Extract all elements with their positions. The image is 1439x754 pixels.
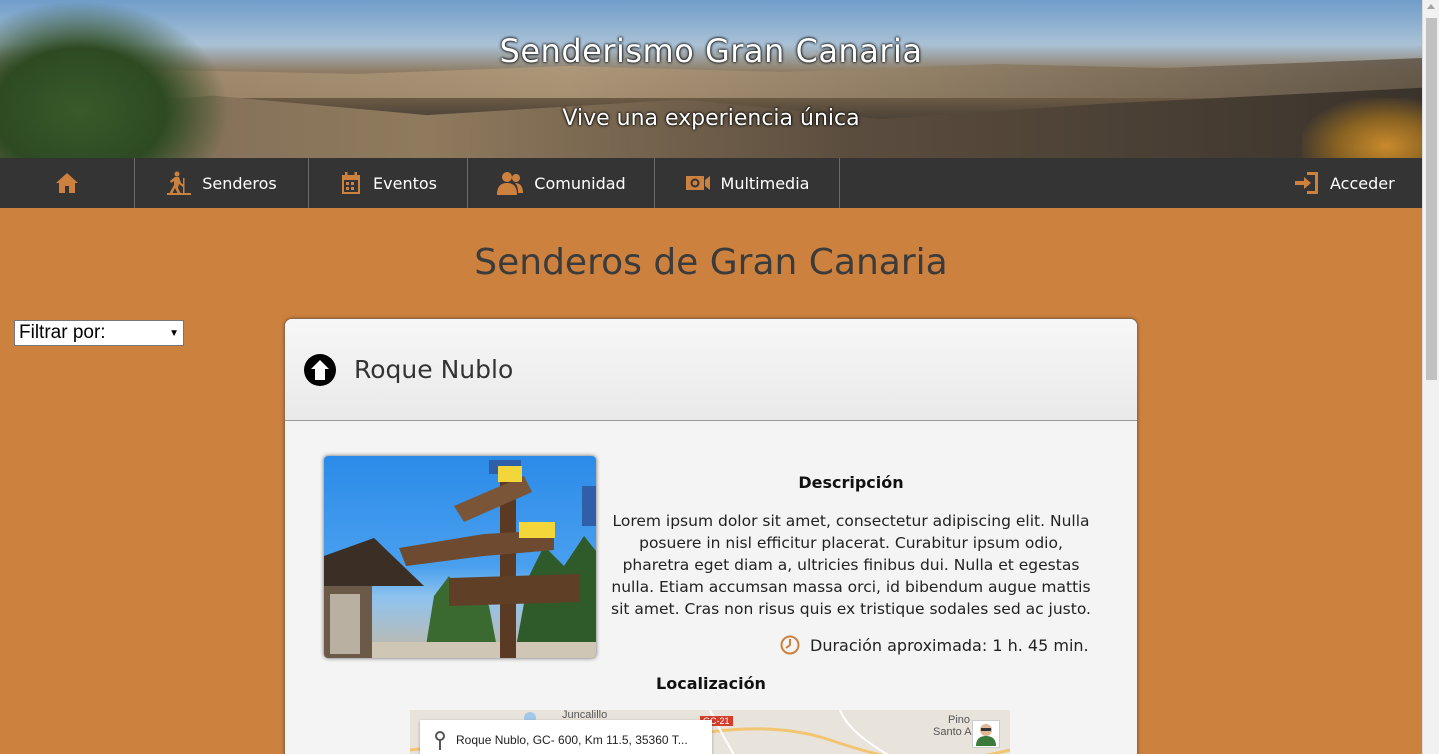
- login-icon: [1295, 172, 1318, 194]
- map-place-santo: Santo A: [933, 726, 972, 738]
- calendar-icon: [342, 172, 361, 194]
- map-pin-icon: [435, 731, 445, 750]
- description-heading: Descripción: [798, 473, 904, 492]
- duration-text: Duración aproximada: 1 h. 45 min.: [810, 635, 1089, 655]
- description-text: Lorem ipsum dolor sit amet, consectetur …: [611, 512, 1091, 618]
- nav-home[interactable]: [0, 158, 135, 208]
- nav-eventos-label: Eventos: [373, 173, 437, 193]
- avatar[interactable]: [972, 720, 1000, 748]
- camera-icon: [685, 176, 710, 190]
- banner-tree: [0, 0, 230, 158]
- nav-comunidad-label: Comunidad: [534, 173, 626, 193]
- trail-card: Roque Nublo Descripción Lorem ipsum dolo…: [284, 318, 1138, 754]
- nav-eventos[interactable]: Eventos: [309, 158, 468, 208]
- nav-senderos[interactable]: Senderos: [135, 158, 309, 208]
- filter-select-value: Filtrar por:: [19, 322, 106, 343]
- home-icon: [56, 173, 78, 193]
- arrow-up-circle-icon[interactable]: [304, 353, 336, 386]
- nav-multimedia[interactable]: Multimedia: [655, 158, 840, 208]
- nav-senderos-label: Senderos: [202, 173, 277, 193]
- main-nav: Senderos Eventos Comunidad Multimedia Ac…: [0, 158, 1422, 208]
- hiker-icon: [167, 171, 192, 195]
- page-scrollbar[interactable]: [1422, 0, 1439, 754]
- trail-name: Roque Nublo: [354, 355, 514, 384]
- header-banner: Senderismo Gran Canaria Vive una experie…: [0, 0, 1422, 158]
- scroll-up-arrow-icon[interactable]: [1427, 4, 1435, 9]
- map-info-card[interactable]: Roque Nublo, GC- 600, Km 11.5, 35360 T..…: [420, 720, 712, 754]
- duration: Duración aproximada: 1 h. 45 min.: [780, 635, 1089, 655]
- nav-login-label: Acceder: [1330, 173, 1395, 193]
- clock-icon: [780, 635, 800, 655]
- page-title: Senderos de Gran Canaria: [474, 242, 948, 283]
- location-heading: Localización: [656, 674, 766, 693]
- users-icon: [497, 172, 524, 195]
- location-map[interactable]: Juncalillo GC-21 Pino Santo A Roque Nubl…: [410, 710, 1010, 754]
- filter-select[interactable]: Filtrar por: ▼: [14, 320, 184, 346]
- nav-multimedia-label: Multimedia: [720, 173, 810, 193]
- trail-photo: [324, 456, 596, 658]
- chevron-down-icon: ▼: [169, 327, 179, 339]
- map-place-pino: Pino: [948, 714, 971, 726]
- site-title: Senderismo Gran Canaria: [499, 32, 923, 70]
- trail-card-header[interactable]: Roque Nublo: [285, 319, 1137, 421]
- scrollbar-thumb[interactable]: [1426, 18, 1437, 380]
- nav-login[interactable]: Acceder: [1294, 158, 1422, 208]
- map-address: Roque Nublo, GC- 600, Km 11.5, 35360 T..…: [456, 733, 688, 747]
- site-subtitle: Vive una experiencia única: [562, 106, 860, 131]
- nav-comunidad[interactable]: Comunidad: [468, 158, 655, 208]
